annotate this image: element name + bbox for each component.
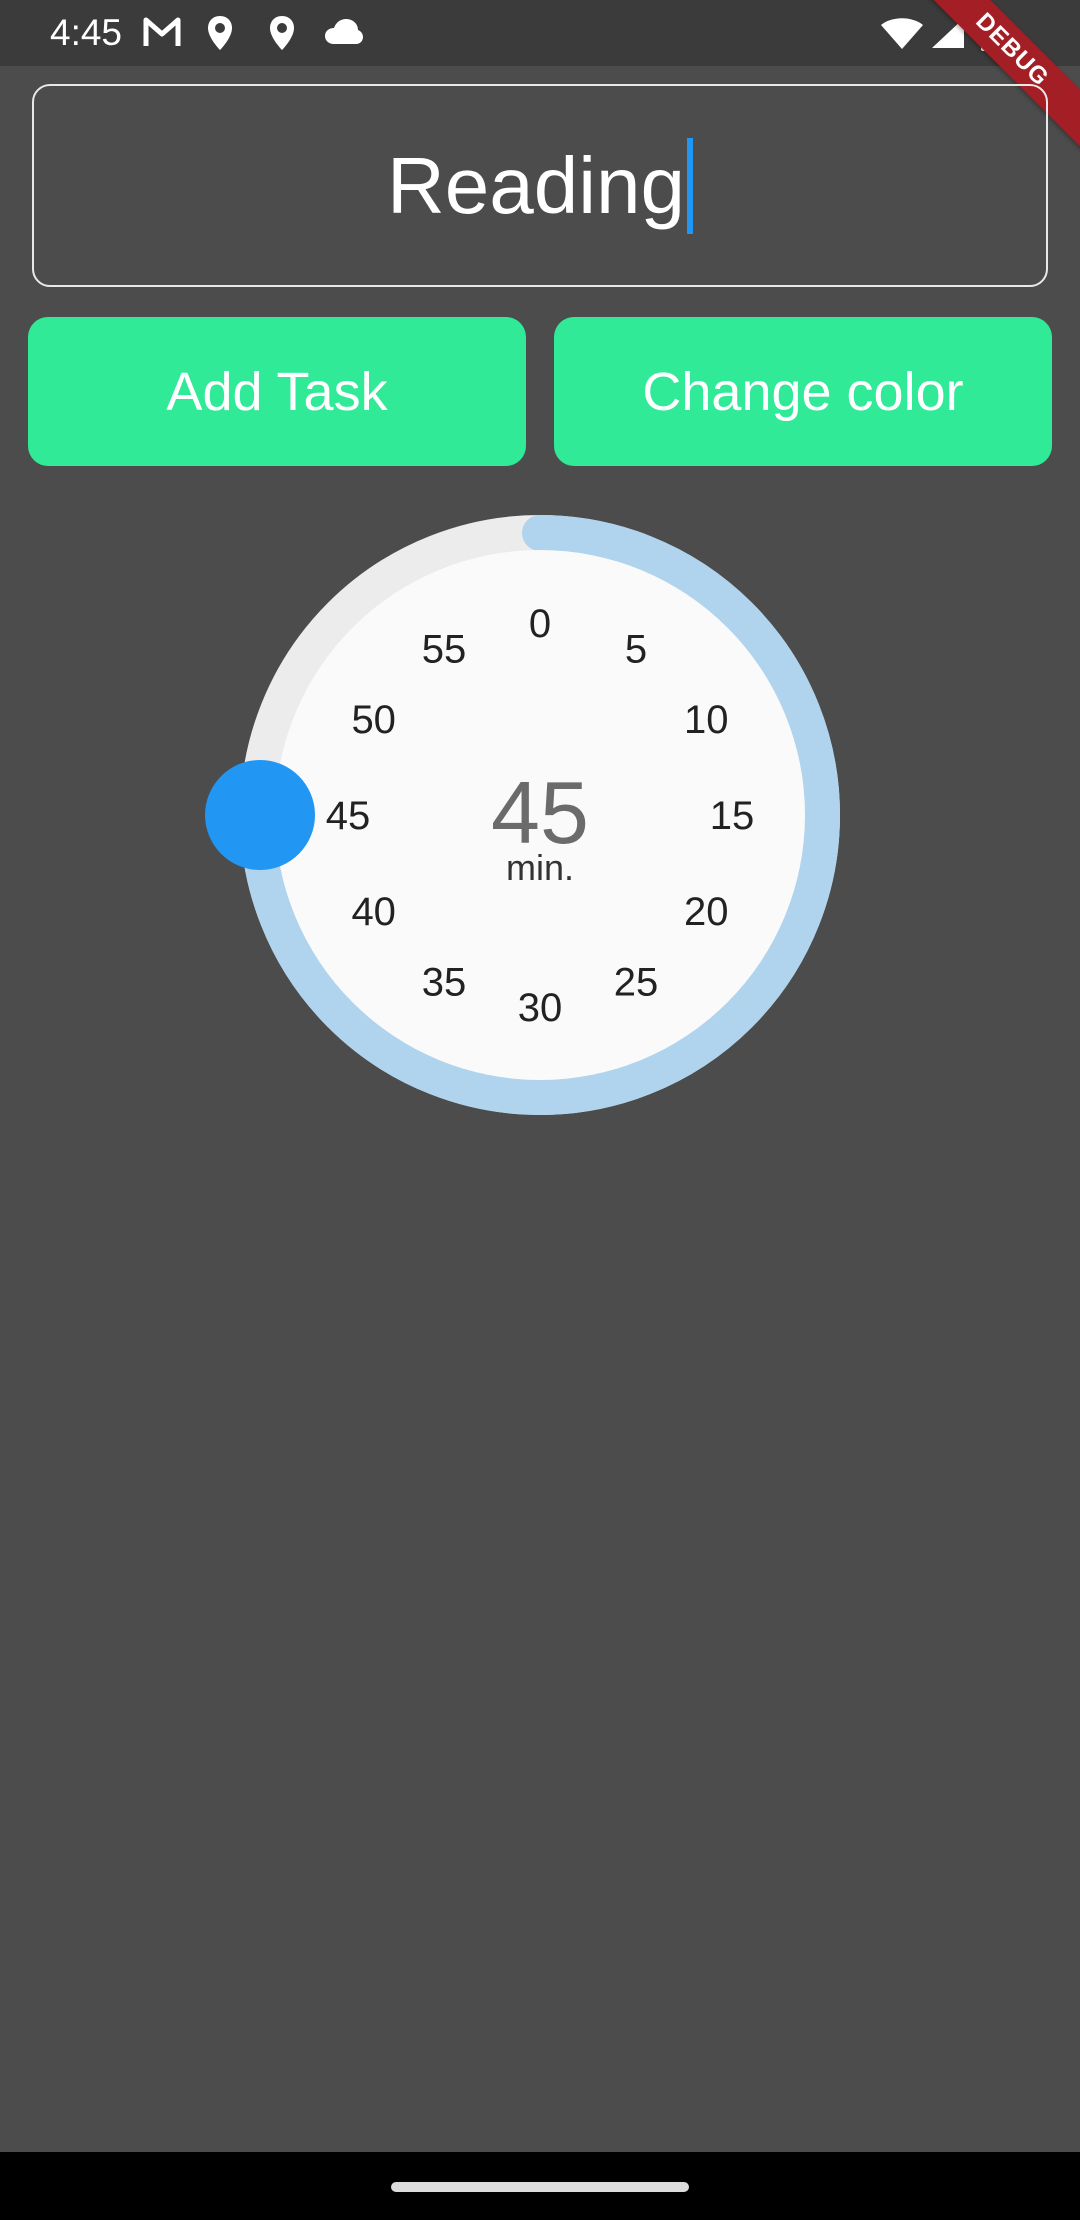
dial-label-40: 40 (351, 890, 396, 934)
dial-label-35: 35 (422, 960, 467, 1004)
dial-label-20: 20 (684, 890, 729, 934)
dial-label-0: 0 (529, 602, 551, 646)
dial-label-50: 50 (351, 698, 396, 742)
home-gesture-handle[interactable] (391, 2182, 689, 2192)
app-screen: 4:45 DEBUG Reading Add Task Change color… (0, 0, 1080, 2220)
dial-label-45: 45 (326, 794, 371, 838)
dial-label-25: 25 (614, 960, 659, 1004)
timer-unit: min. (505, 847, 574, 888)
dial-label-5: 5 (625, 628, 647, 672)
dial-label-15: 15 (710, 794, 755, 838)
dial-knob-handle[interactable] (205, 760, 315, 870)
dial-label-10: 10 (684, 698, 729, 742)
timer-dial[interactable]: 0 5 10 15 20 25 30 35 40 45 50 55 (0, 0, 1080, 1200)
dial-label-55: 55 (422, 628, 467, 672)
dial-label-30: 30 (518, 986, 563, 1030)
